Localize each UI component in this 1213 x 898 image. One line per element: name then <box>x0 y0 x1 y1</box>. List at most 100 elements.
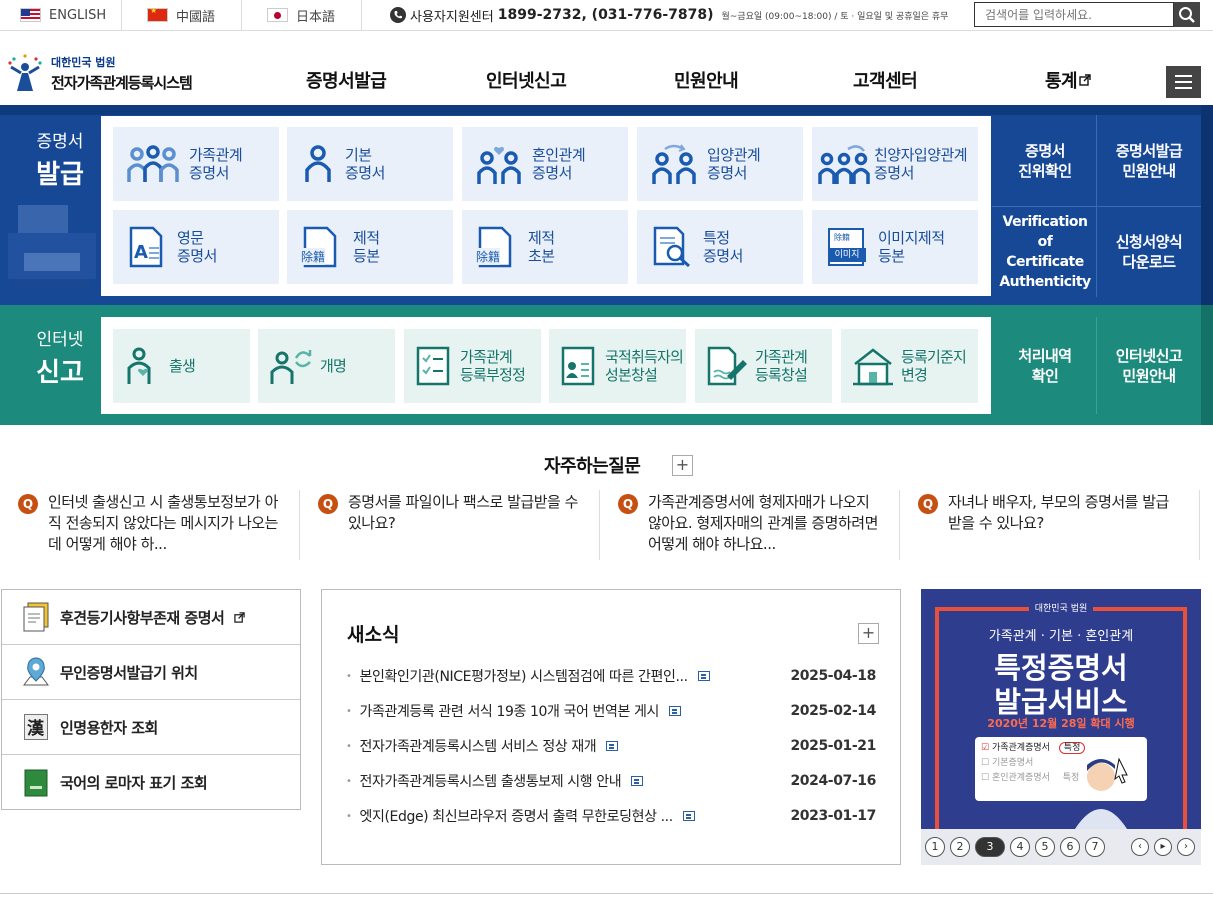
banner-page-5[interactable]: 5 <box>1035 837 1055 857</box>
faq-item-text: 인터넷 출생신고 시 출생통보정보가 아직 전송되지 않았다는 메시지가 나오는… <box>48 493 278 553</box>
banner-next-button[interactable]: › <box>1177 838 1195 856</box>
site-logo[interactable]: 대한민국 법원 전자가족관계등록시스템 <box>5 52 215 94</box>
faq-item[interactable]: Q 자녀나 배우자, 부모의 증명서를 발급 받을 수 있나요? <box>900 490 1200 560</box>
document-icon <box>669 706 681 716</box>
quick-links: 후견등기사항부존재 증명서 무인증명서발급기 위치 漢 인명용한자 조회 국어의… <box>1 589 301 810</box>
us-flag-icon <box>20 8 41 22</box>
lang-chinese-label: 中國語 <box>176 9 216 25</box>
phone-icon <box>390 7 406 23</box>
tile-image-register-copy[interactable]: 除籍 이미지 이미지제적 등본 <box>812 210 978 284</box>
tile-family-certificate[interactable]: 가족관계 증명서 <box>113 127 279 201</box>
quick-link-guardianship-certificate[interactable]: 후견등기사항부존재 증명서 <box>2 590 300 645</box>
tile-marriage-certificate[interactable]: 혼인관계 증명서 <box>462 127 628 201</box>
faq-title: 자주하는질문 <box>544 456 641 477</box>
quick-link-hanja-lookup[interactable]: 漢 인명용한자 조회 <box>2 700 300 755</box>
news-panel: 새소식 + • 본인확인기관(NICE평가정보) 시스템점검에 따른 간편인..… <box>321 589 901 865</box>
top-bar: ENGLISH 中國語 日本語 사용자지원센터 1899-2732, (031-… <box>0 0 1213 31</box>
faq-more-button[interactable]: + <box>672 455 693 476</box>
banner-page-1[interactable]: 1 <box>925 837 945 857</box>
tile-name-change[interactable]: 개명 <box>258 329 395 403</box>
tile-basic-certificate-label: 기본 증명서 <box>345 146 385 182</box>
tile-birth-report-label: 출생 <box>169 357 196 375</box>
tile-marriage-certificate-label: 혼인관계 증명서 <box>532 146 586 182</box>
tile-register-correction[interactable]: 가족관계 등록부정정 <box>404 329 541 403</box>
news-item[interactable]: • 전자가족관계등록시스템 출생통보제 시행 안내 2024-07-16 <box>346 771 876 791</box>
report-civil-guide-link[interactable]: 인터넷신고 민원안내 <box>1097 317 1201 414</box>
removed-abstract-icon: 除籍 <box>476 226 518 268</box>
hamburger-menu-button[interactable] <box>1166 66 1201 98</box>
news-item[interactable]: • 전자가족관계등록시스템 서비스 정상 재개 2025-01-21 <box>346 736 876 756</box>
verification-authenticity-link[interactable]: Verification of Certificate Authenticity <box>995 207 1095 297</box>
tile-nationality-surname[interactable]: 국적취득자의 성본창설 <box>549 329 686 403</box>
nav-internet-report[interactable]: 인터넷신고 <box>486 66 567 94</box>
search-icon <box>1179 6 1195 23</box>
printer-icon <box>8 205 96 287</box>
banner-page-2[interactable]: 2 <box>950 837 970 857</box>
tile-nationality-surname-label: 국적취득자의 성본창설 <box>605 348 684 384</box>
family-icon <box>127 145 179 182</box>
tile-specific-certificate-label: 특정 증명서 <box>703 229 743 265</box>
news-item-date: 2025-02-14 <box>790 703 876 719</box>
document-icon <box>682 811 695 821</box>
faq-item[interactable]: Q 가족관계증명서에 형제자매가 나오지 않아요. 형제자매의 관계를 증명하려… <box>600 490 900 560</box>
faq-item[interactable]: Q 인터넷 출생신고 시 출생통보정보가 아직 전송되지 않았다는 메시지가 나… <box>0 490 300 560</box>
question-icon: Q <box>918 494 938 514</box>
certificate-verify-link[interactable]: 증명서 진위확인 <box>995 117 1095 205</box>
report-band-title: 인터넷 신고 <box>36 330 84 388</box>
nav-statistics-label: 통계 <box>1045 71 1078 92</box>
lang-japanese[interactable]: 日本語 <box>242 0 362 30</box>
tile-full-adoption-certificate[interactable]: 친양자입양관계 증명서 <box>812 127 978 201</box>
nav-customer-center[interactable]: 고객센터 <box>853 66 918 94</box>
news-item-date: 2024-07-16 <box>790 773 876 789</box>
banner-page-3[interactable]: 3 <box>975 837 1005 857</box>
nav-civil-guide[interactable]: 민원안내 <box>674 66 739 94</box>
hanja-book-icon: 漢 <box>22 712 50 742</box>
tile-basic-certificate[interactable]: 기본 증명서 <box>287 127 453 201</box>
lang-chinese[interactable]: 中國語 <box>122 0 242 30</box>
banner-play-button[interactable]: ▸ <box>1154 838 1172 856</box>
news-title: 새소식 <box>347 624 400 646</box>
question-icon: Q <box>18 494 38 514</box>
tile-adoption-certificate[interactable]: 입양관계 증명서 <box>637 127 803 201</box>
tile-full-adoption-certificate-label: 친양자입양관계 증명서 <box>874 146 968 182</box>
tile-english-certificate[interactable]: A 영문 증명서 <box>113 210 279 284</box>
banner-page-4[interactable]: 4 <box>1010 837 1030 857</box>
news-item-title: 본인확인기관(NICE평가정보) 시스템점검에 따른 간편인... <box>359 669 689 685</box>
processing-history-link[interactable]: 처리내역 확인 <box>995 317 1095 414</box>
news-more-button[interactable]: + <box>858 623 879 644</box>
tile-removed-register-copy-label: 제적 등본 <box>353 229 380 265</box>
certificate-band-title: 증명서 발급 <box>36 132 84 190</box>
tile-specific-certificate[interactable]: 특정 증명서 <box>637 210 803 284</box>
search-button[interactable] <box>1174 2 1200 27</box>
nav-certificate[interactable]: 증명서발급 <box>306 66 387 94</box>
banner-prev-button[interactable]: ‹ <box>1131 838 1149 856</box>
form-download-link[interactable]: 신청서양식 다운로드 <box>1097 207 1201 297</box>
external-link-icon <box>1079 74 1091 86</box>
svg-text:A: A <box>134 242 148 263</box>
banner-page-6[interactable]: 6 <box>1060 837 1080 857</box>
tile-registration-base-change[interactable]: 등록기준지 변경 <box>841 329 978 403</box>
banner-pager: 1 2 3 4 5 6 7 ‹ ▸ › <box>921 829 1201 865</box>
tile-removed-register-copy[interactable]: 除籍 제적 등본 <box>287 210 453 284</box>
quick-link-romanization-lookup[interactable]: 국어의 로마자 표기 조회 <box>2 755 300 810</box>
certificate-civil-guide-link[interactable]: 증명서발급 민원안내 <box>1097 117 1201 205</box>
quick-link-kiosk-location[interactable]: 무인증명서발급기 위치 <box>2 645 300 700</box>
tile-birth-report[interactable]: 출생 <box>113 329 250 403</box>
news-item[interactable]: • 가족관계등록 관련 서식 19종 10개 국어 번역본 게시 2025-02… <box>346 701 876 721</box>
banner-date-line: 2020년 12월 28일 확대 시행 <box>987 717 1135 730</box>
promo-banner[interactable]: 대한민국 법원 가족관계 · 기본 · 혼인관계 특정증명서 발급서비스 202… <box>921 589 1201 865</box>
search-input[interactable] <box>974 2 1174 27</box>
news-item[interactable]: • 엣지(Edge) 최신브라우저 증명서 출력 무한로딩현상 ... 2023… <box>346 806 876 826</box>
news-item-date: 2025-04-18 <box>790 668 876 684</box>
house-icon <box>853 348 893 386</box>
tile-register-creation[interactable]: 가족관계 등록창설 <box>695 329 832 403</box>
lang-english[interactable]: ENGLISH <box>0 0 122 30</box>
document-icon <box>697 671 710 681</box>
news-item-title: 전자가족관계등록시스템 출생통보제 시행 안내 <box>359 774 622 790</box>
nav-statistics[interactable]: 통계 <box>1045 66 1091 94</box>
banner-page-7[interactable]: 7 <box>1085 837 1105 857</box>
faq-item[interactable]: Q 증명서를 파일이나 팩스로 발급받을 수 있나요? <box>300 490 600 560</box>
news-item[interactable]: • 본인확인기관(NICE평가정보) 시스템점검에 따른 간편인... 2025… <box>346 666 876 686</box>
tile-removed-register-abstract[interactable]: 除籍 제적 초본 <box>462 210 628 284</box>
removed-register-icon: 除籍 <box>301 226 343 268</box>
